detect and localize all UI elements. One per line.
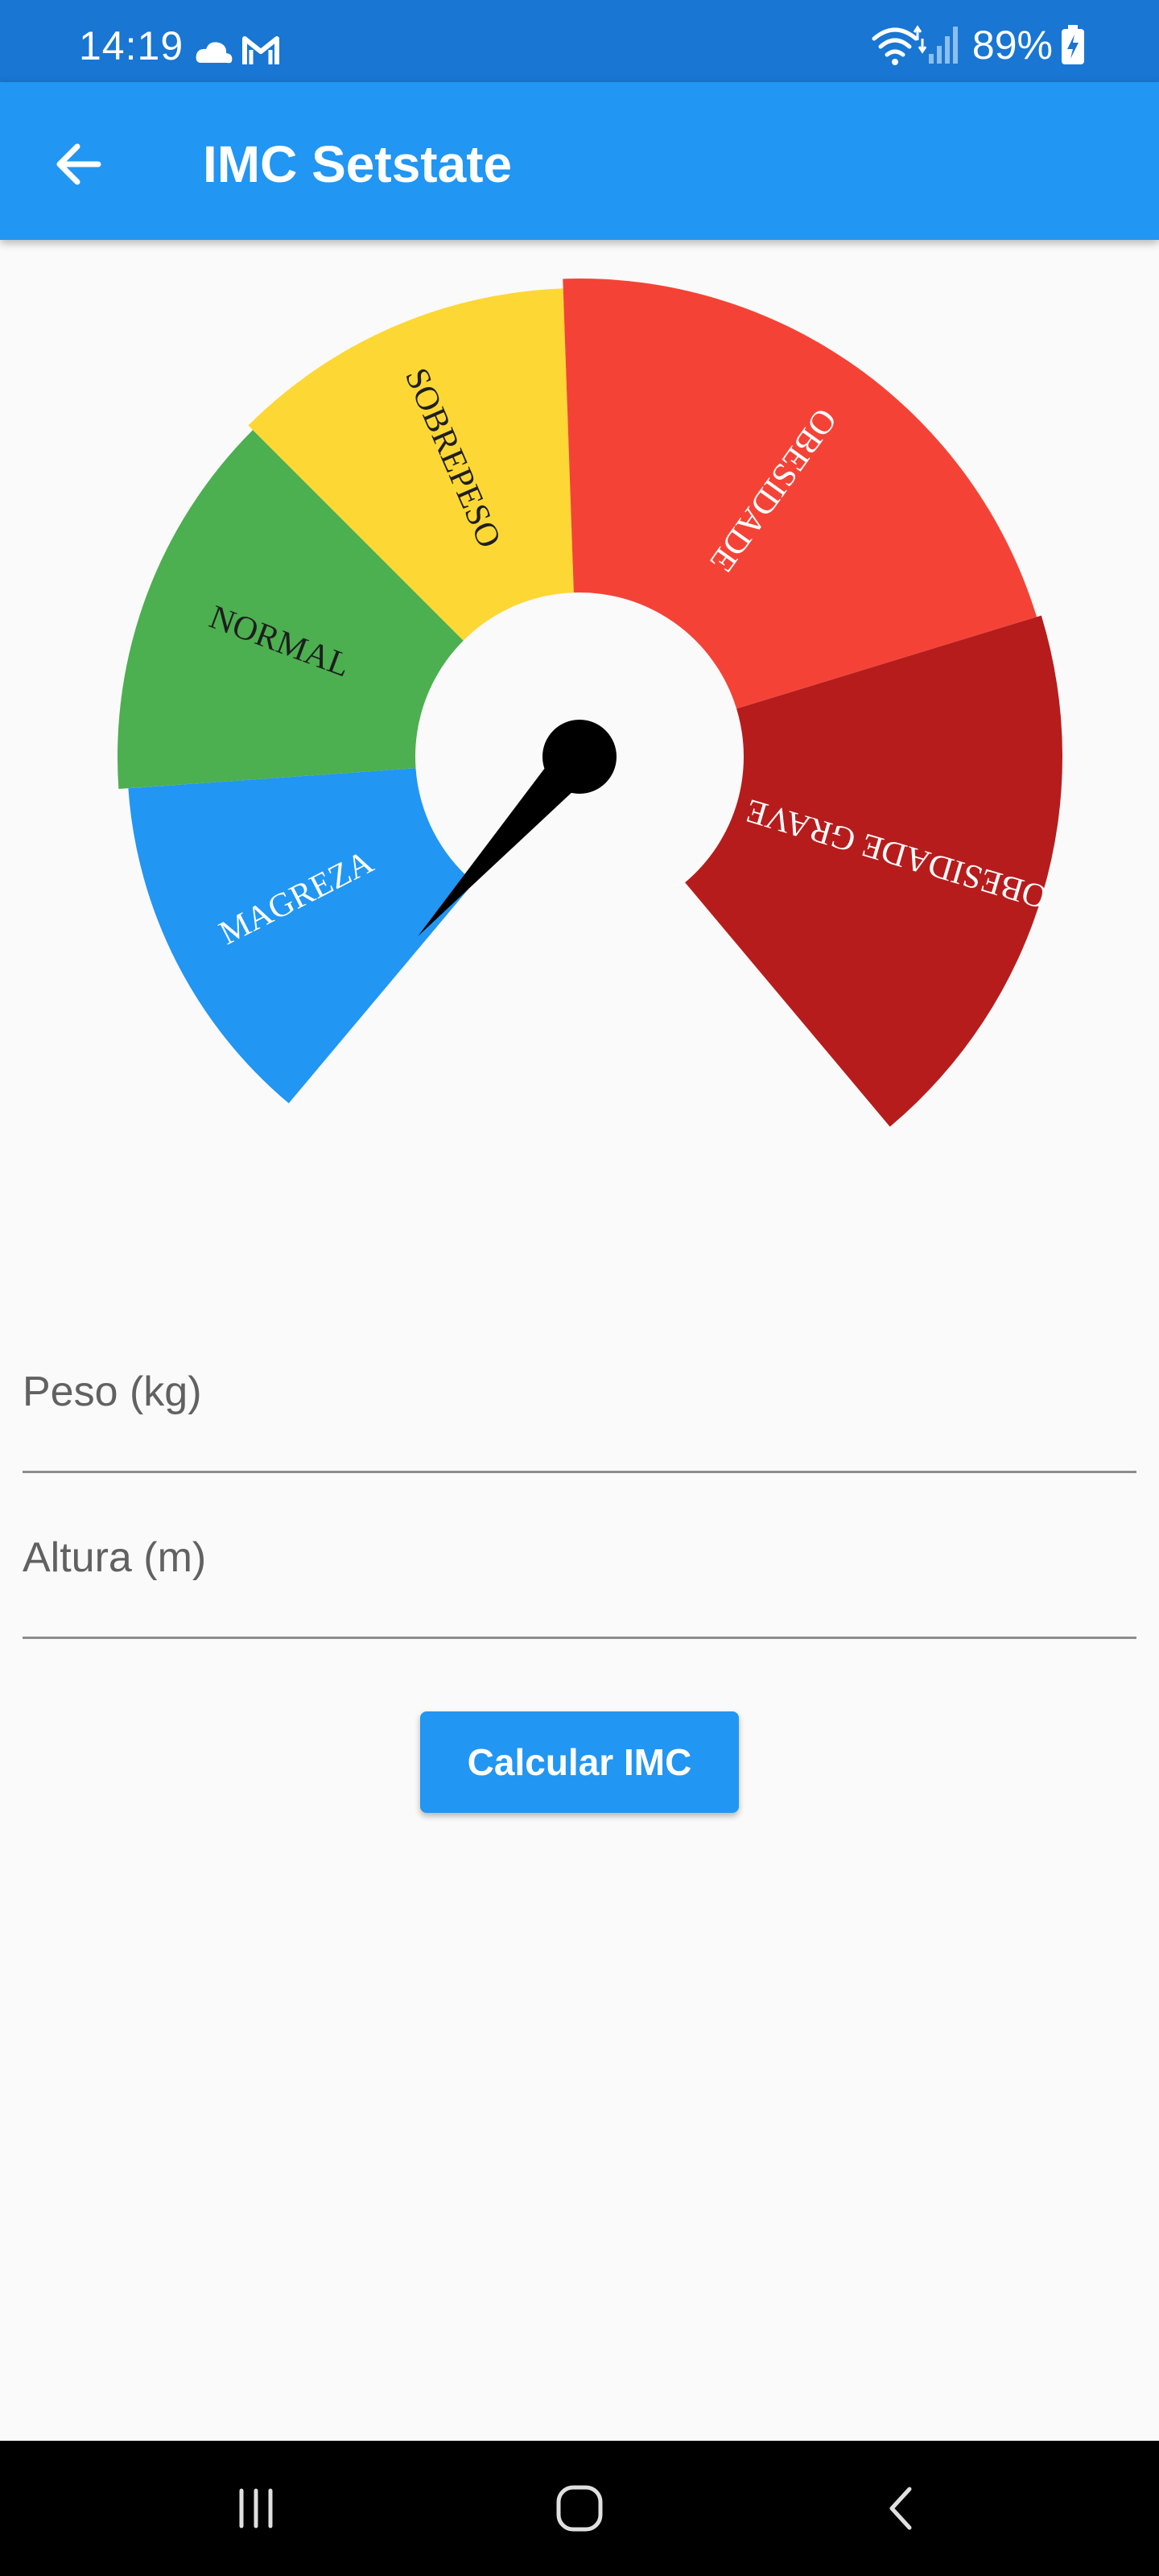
arrow-left-icon xyxy=(56,143,101,185)
recents-icon xyxy=(239,2488,273,2529)
peso-field[interactable]: Peso (kg) xyxy=(23,1344,1136,1473)
gauge-segment-magreza xyxy=(128,768,474,1104)
wifi-icon xyxy=(872,25,927,65)
peso-input[interactable] xyxy=(23,1421,1136,1466)
gauge-svg: MAGREZANORMALSOBREPESO OBESIDADEOBESIDADE… xyxy=(118,279,1062,1127)
gauge-needle-hub xyxy=(542,720,617,794)
app-bar: IMC Setstate xyxy=(0,82,1159,240)
page-title: IMC Setstate xyxy=(203,135,513,193)
calcular-imc-button[interactable]: Calcular IMC xyxy=(420,1711,739,1813)
nav-back-button[interactable] xyxy=(855,2460,951,2557)
back-button[interactable] xyxy=(45,130,113,198)
status-right: 89% xyxy=(871,21,1085,69)
peso-label: Peso (kg) xyxy=(23,1368,202,1415)
gmail-icon xyxy=(242,36,279,64)
imc-gauge: MAGREZA NORMAL SOBREPESO OBESIDADE OBESIDADE… xyxy=(0,240,1159,1206)
recents-button[interactable] xyxy=(208,2460,304,2557)
battery-charging-icon xyxy=(1062,25,1084,64)
home-button[interactable] xyxy=(531,2460,628,2557)
back-icon xyxy=(889,2487,912,2530)
signal-icon xyxy=(928,27,958,64)
cloud-icon xyxy=(196,42,233,64)
status-bar: 14:19 89% xyxy=(0,0,1159,82)
altura-label: Altura (m) xyxy=(23,1534,207,1581)
altura-field[interactable]: Altura (m) xyxy=(23,1510,1136,1639)
status-left-icons xyxy=(196,36,279,64)
status-time: 14:19 xyxy=(79,23,184,68)
system-nav-bar xyxy=(0,2441,1159,2576)
home-icon xyxy=(556,2485,603,2532)
altura-input[interactable] xyxy=(23,1587,1136,1632)
battery-percentage: 89% xyxy=(971,23,1053,68)
